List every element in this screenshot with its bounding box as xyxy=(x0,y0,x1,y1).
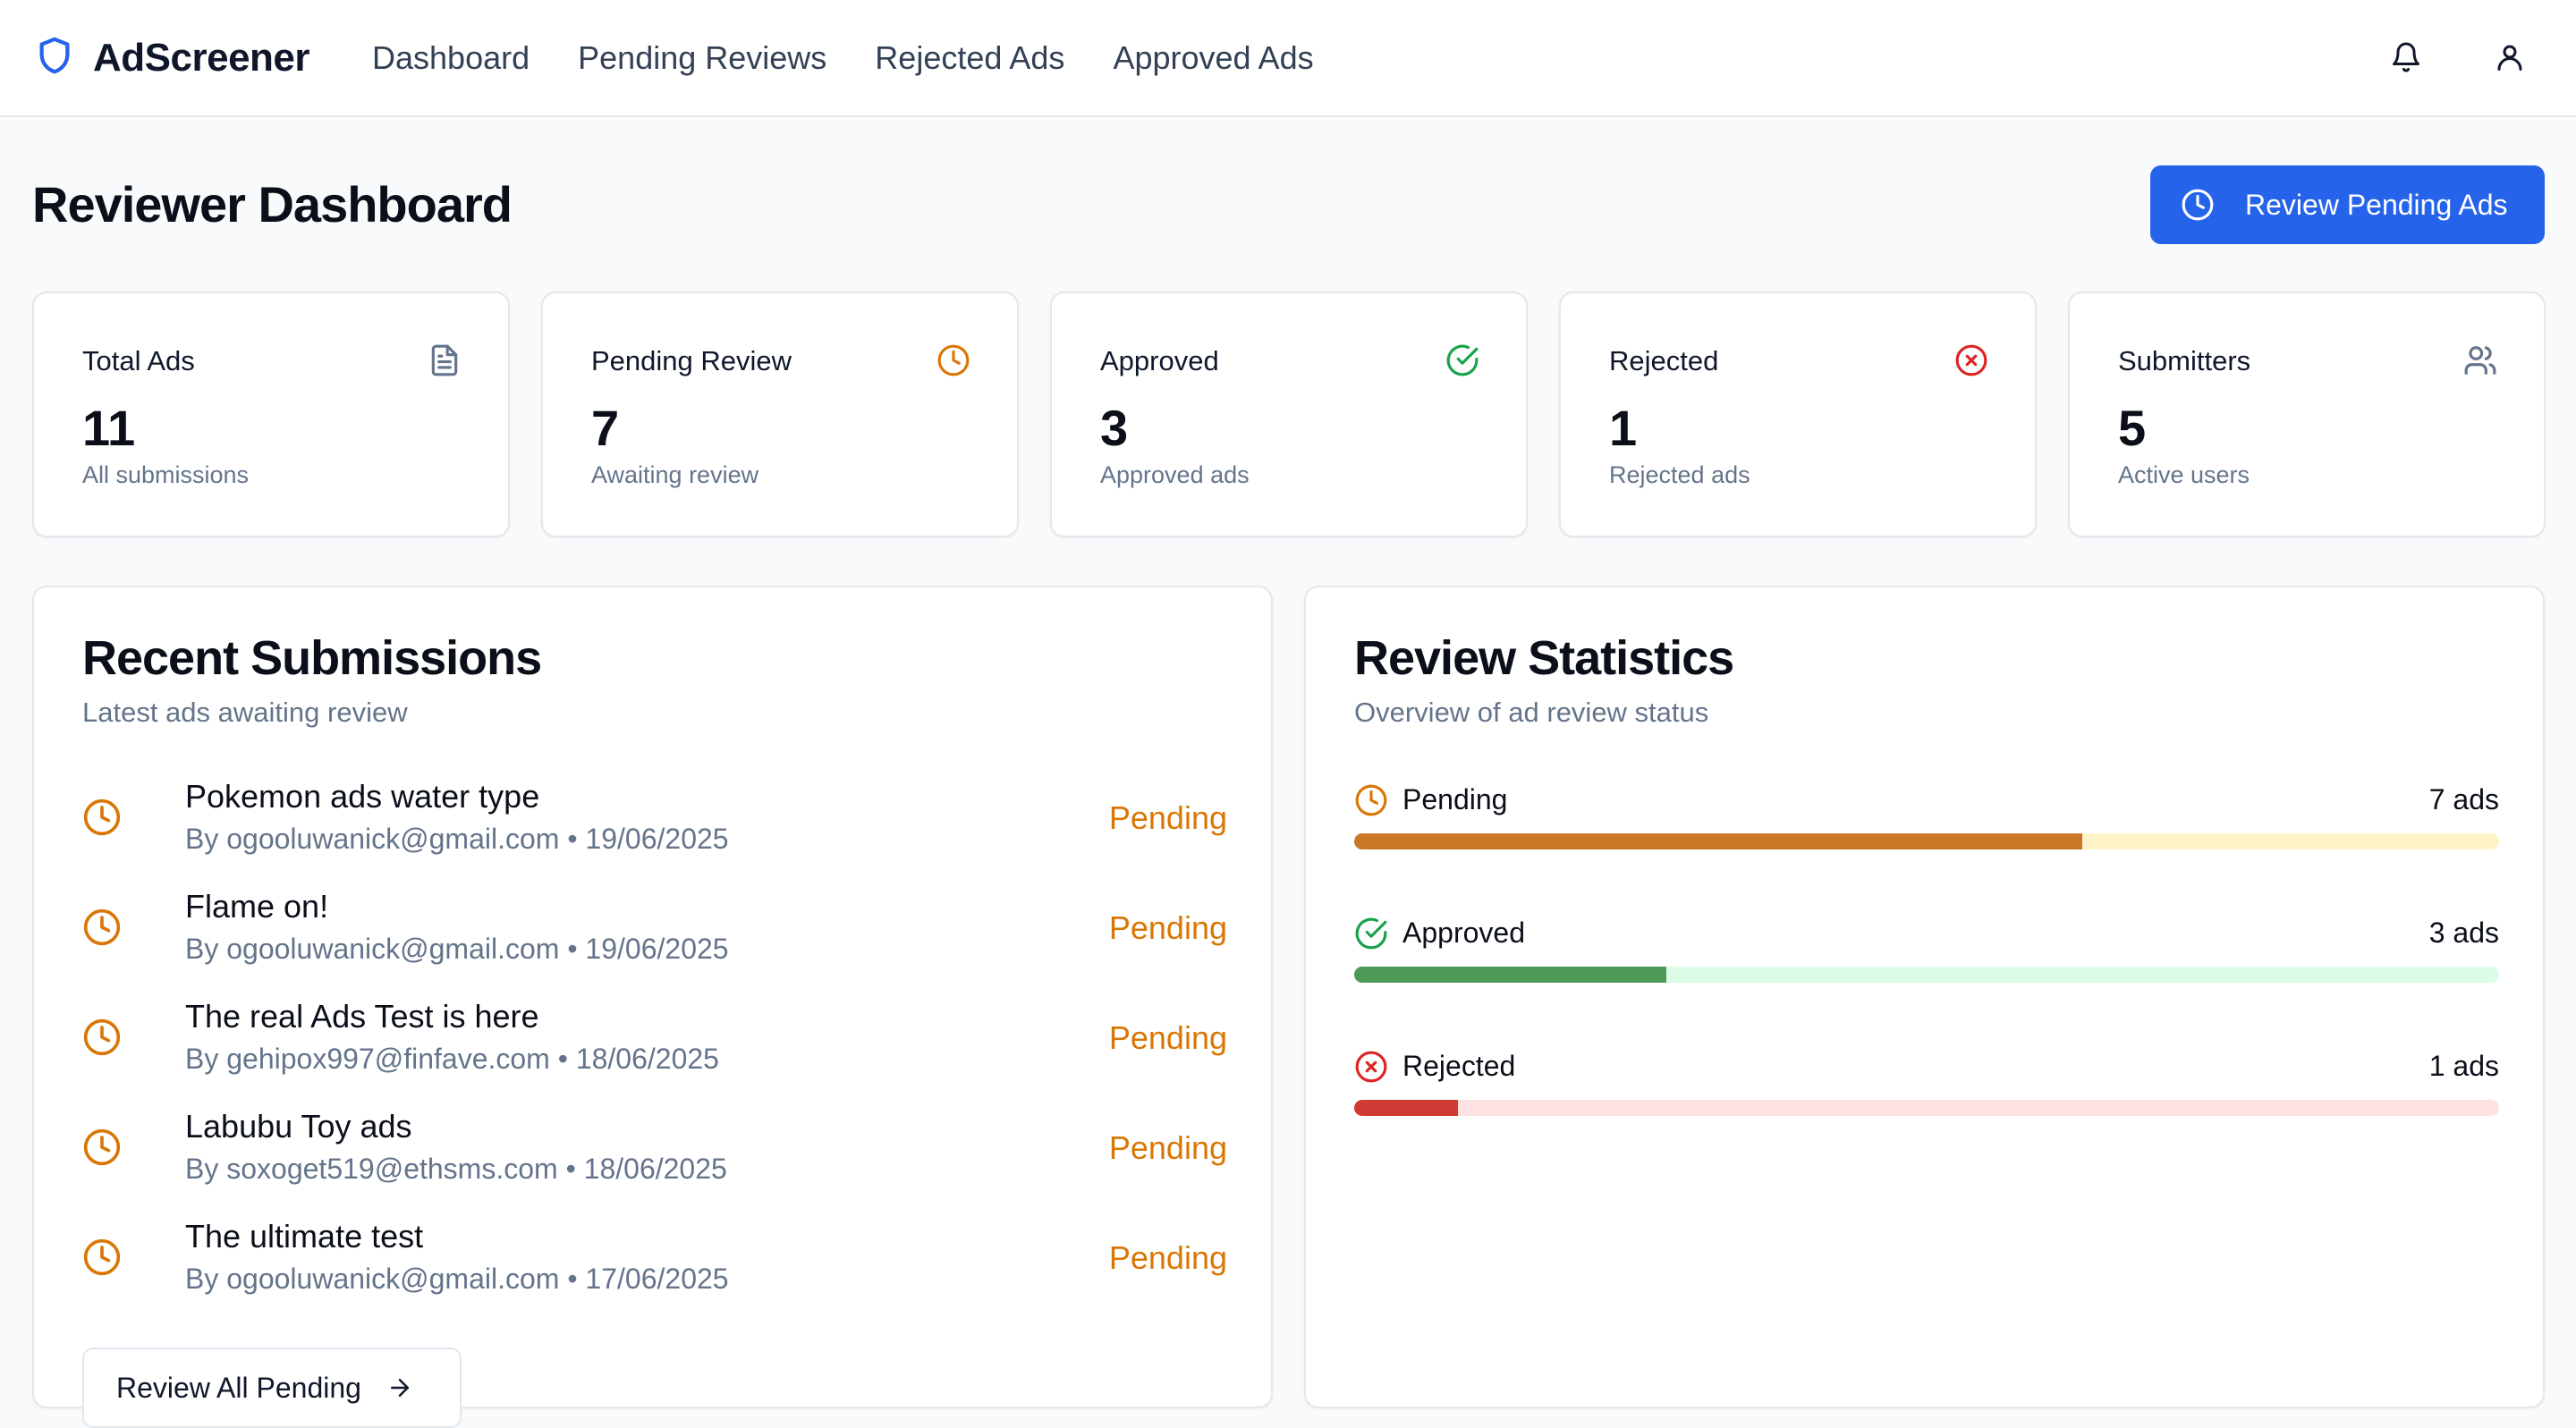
stat-caption: All submissions xyxy=(82,461,250,488)
submission-meta: By ogooluwanick@gmail.com • 19/06/2025 xyxy=(185,933,729,965)
stat-row-count: 3 ads xyxy=(2428,917,2499,949)
status-badge: Pending xyxy=(1108,1129,1227,1166)
submission-item[interactable]: Pokemon ads water type By ogooluwanick@g… xyxy=(82,778,1227,876)
stat-label: Approved xyxy=(1100,345,1219,376)
progress-track xyxy=(1354,833,2499,849)
stat-card-pending-review: Pending Review 7 Awaiting review xyxy=(541,292,1019,537)
stat-caption: Approved ads xyxy=(1100,461,1250,488)
progress-fill xyxy=(1354,1100,1459,1116)
stat-row-label: Rejected xyxy=(1402,1050,1516,1082)
stat-row-pending: Pending 7 ads xyxy=(1354,783,2499,864)
stat-row-label: Approved xyxy=(1402,917,1525,949)
clock-icon xyxy=(1354,783,1388,817)
main-nav: Dashboard Pending Reviews Rejected Ads A… xyxy=(372,39,1362,77)
app-name: AdScreener xyxy=(93,35,310,80)
stat-caption: Rejected ads xyxy=(1609,461,1750,488)
clock-icon xyxy=(82,1238,122,1277)
submission-meta: By gehipox997@finfave.com • 18/06/2025 xyxy=(185,1043,719,1075)
clock-icon xyxy=(82,1018,122,1057)
clock-icon xyxy=(82,908,122,947)
x-circle-icon xyxy=(1954,343,1988,377)
stat-caption: Active users xyxy=(2118,461,2250,488)
recent-submissions-panel: Recent Submissions Latest ads awaiting r… xyxy=(32,586,1273,1428)
panel-title: Recent Submissions xyxy=(82,631,542,685)
stat-card-submitters: Submitters 5 Active users xyxy=(2068,292,2546,537)
stat-label: Submitters xyxy=(2118,345,2251,376)
stat-row-approved: Approved 3 ads xyxy=(1354,917,2499,997)
stat-label: Pending Review xyxy=(591,345,792,376)
submission-meta: By ogooluwanick@gmail.com • 17/06/2025 xyxy=(185,1263,729,1295)
submission-item[interactable]: Flame on! By ogooluwanick@gmail.com • 19… xyxy=(82,888,1227,986)
panel-subtitle: Latest ads awaiting review xyxy=(82,697,408,728)
x-circle-icon xyxy=(1354,1050,1388,1084)
submission-title: The ultimate test xyxy=(185,1218,424,1255)
stat-value: 3 xyxy=(1100,400,1129,456)
stat-value: 5 xyxy=(2118,400,2147,456)
status-badge: Pending xyxy=(1108,1019,1227,1056)
stat-value: 1 xyxy=(1609,400,1638,456)
stat-row-count: 1 ads xyxy=(2428,1050,2499,1082)
review-all-pending-label: Review All Pending xyxy=(116,1371,361,1404)
stat-row-count: 7 ads xyxy=(2428,783,2499,815)
review-all-pending-button[interactable]: Review All Pending xyxy=(82,1348,462,1428)
progress-fill xyxy=(1354,967,1667,983)
arrow-right-icon xyxy=(390,1379,409,1397)
submission-title: The real Ads Test is here xyxy=(185,998,539,1035)
nav-dashboard[interactable]: Dashboard xyxy=(372,39,530,77)
bell-icon[interactable] xyxy=(2385,36,2428,79)
submission-title: Flame on! xyxy=(185,888,329,925)
nav-pending-reviews[interactable]: Pending Reviews xyxy=(578,39,826,77)
status-badge: Pending xyxy=(1108,1239,1227,1276)
submission-title: Pokemon ads water type xyxy=(185,778,540,815)
stat-caption: Awaiting review xyxy=(591,461,759,488)
users-icon xyxy=(2463,343,2497,377)
panel-subtitle: Overview of ad review status xyxy=(1354,697,1709,728)
check-circle-icon xyxy=(1354,917,1388,951)
stat-label: Rejected xyxy=(1609,345,1719,376)
clock-icon xyxy=(82,1128,122,1167)
user-icon[interactable] xyxy=(2488,36,2531,79)
progress-fill xyxy=(1354,833,2083,849)
status-badge: Pending xyxy=(1108,909,1227,946)
shield-icon xyxy=(34,32,75,83)
page-title: Reviewer Dashboard xyxy=(32,176,513,232)
stat-row-rejected: Rejected 1 ads xyxy=(1354,1050,2499,1130)
submission-item[interactable]: The real Ads Test is here By gehipox997@… xyxy=(82,998,1227,1096)
stat-row-label: Pending xyxy=(1402,783,1508,815)
progress-track xyxy=(1354,1100,2499,1116)
document-icon xyxy=(428,343,462,377)
submission-item[interactable]: The ultimate test By ogooluwanick@gmail.… xyxy=(82,1218,1227,1316)
submission-meta: By ogooluwanick@gmail.com • 19/06/2025 xyxy=(185,823,729,855)
review-statistics-panel: Review Statistics Overview of ad review … xyxy=(1304,586,2545,1408)
stat-label: Total Ads xyxy=(82,345,195,376)
check-circle-icon xyxy=(1445,343,1479,377)
submission-meta: By soxoget519@ethsms.com • 18/06/2025 xyxy=(185,1153,727,1185)
stat-value: 7 xyxy=(591,400,620,456)
submission-title: Labubu Toy ads xyxy=(185,1108,412,1145)
review-pending-ads-button[interactable]: Review Pending Ads xyxy=(2150,165,2545,244)
stat-card-approved: Approved 3 Approved ads xyxy=(1050,292,1528,537)
top-navbar: AdScreener Dashboard Pending Reviews Rej… xyxy=(0,0,2576,117)
clock-icon xyxy=(82,798,122,837)
stat-card-total-ads: Total Ads 11 All submissions xyxy=(32,292,510,537)
nav-rejected-ads[interactable]: Rejected Ads xyxy=(875,39,1064,77)
review-pending-ads-label: Review Pending Ads xyxy=(2245,188,2508,221)
panel-title: Review Statistics xyxy=(1354,631,1734,685)
brand[interactable]: AdScreener xyxy=(34,32,310,83)
stat-value: 11 xyxy=(82,400,136,456)
submission-item[interactable]: Labubu Toy ads By soxoget519@ethsms.com … xyxy=(82,1108,1227,1206)
clock-icon xyxy=(2182,189,2214,221)
clock-icon xyxy=(936,343,970,377)
progress-track xyxy=(1354,967,2499,983)
stat-card-rejected: Rejected 1 Rejected ads xyxy=(1559,292,2037,537)
status-badge: Pending xyxy=(1108,799,1227,836)
nav-approved-ads[interactable]: Approved Ads xyxy=(1113,39,1313,77)
